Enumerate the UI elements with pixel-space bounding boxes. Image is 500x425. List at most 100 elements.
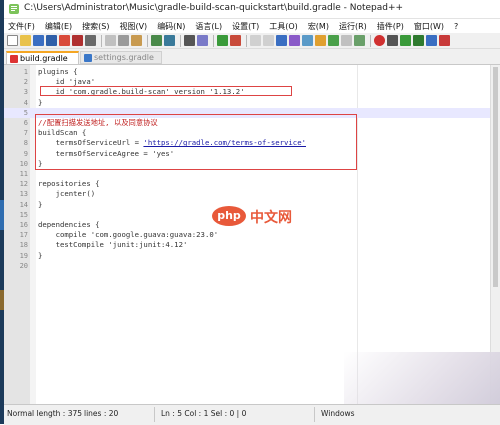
- highlight-box-buildscan: [35, 114, 357, 170]
- code-line[interactable]: 19}: [4, 251, 490, 261]
- toolbar-separator: [180, 34, 181, 47]
- line-text: compile 'com.google.guava:guava:23.0': [38, 230, 219, 240]
- tab-label: settings.gradle: [94, 53, 154, 62]
- php-logo: php: [212, 206, 246, 226]
- record-macro-icon[interactable]: [374, 35, 385, 46]
- menu-plugins[interactable]: 插件(P): [373, 21, 410, 32]
- menu-language[interactable]: 语言(L): [191, 21, 228, 32]
- line-number: 15: [19, 210, 28, 219]
- paste-icon[interactable]: [131, 35, 142, 46]
- line-number: 11: [19, 170, 28, 178]
- line-number: 12: [19, 180, 28, 189]
- redo-icon[interactable]: [164, 35, 175, 46]
- line-text: jcenter(): [38, 189, 96, 199]
- line-number: 3: [23, 88, 28, 97]
- save-macro-icon[interactable]: [426, 35, 437, 46]
- cut-icon[interactable]: [105, 35, 116, 46]
- abc-spellcheck-icon[interactable]: [439, 35, 450, 46]
- close-file-icon[interactable]: [59, 35, 70, 46]
- menu-edit[interactable]: 编辑(E): [41, 21, 78, 32]
- line-number: 7: [23, 129, 28, 138]
- find-icon[interactable]: [184, 35, 195, 46]
- sync-horizontal-icon[interactable]: [263, 35, 274, 46]
- menu-macro[interactable]: 宏(M): [304, 21, 335, 32]
- status-eol[interactable]: Windows: [321, 409, 354, 418]
- doc-map-icon[interactable]: [328, 35, 339, 46]
- code-line[interactable]: 13 jcenter(): [4, 189, 490, 199]
- code-line[interactable]: 12 repositories {: [4, 179, 490, 189]
- line-text: }: [38, 199, 43, 209]
- tab-settings-gradle[interactable]: settings.gradle: [80, 51, 162, 64]
- zoom-out-icon[interactable]: [230, 35, 241, 46]
- highlight-box-plugin: [40, 86, 292, 96]
- code-line[interactable]: 1 plugins {: [4, 67, 490, 77]
- toolbar: [4, 33, 500, 49]
- copy-icon[interactable]: [118, 35, 129, 46]
- status-bar: Normal length : 375 lines : 20 Ln : 5 Co…: [4, 404, 500, 425]
- folder-workspace-icon[interactable]: [354, 35, 365, 46]
- line-number: 17: [19, 231, 28, 240]
- scrollbar-thumb[interactable]: [493, 67, 498, 287]
- print-icon[interactable]: [85, 35, 96, 46]
- status-length: Normal length : 375: [7, 409, 83, 418]
- line-number: 1: [23, 68, 28, 76]
- code-line[interactable]: 20: [4, 261, 490, 271]
- run-macro-multiple-icon[interactable]: [413, 35, 424, 46]
- line-text: }: [38, 97, 43, 107]
- word-wrap-icon[interactable]: [276, 35, 287, 46]
- close-all-icon[interactable]: [72, 35, 83, 46]
- code-line[interactable]: 11: [4, 169, 490, 179]
- line-number: 9: [23, 149, 28, 158]
- status-lines: lines : 20: [84, 409, 119, 418]
- function-list-icon[interactable]: [341, 35, 352, 46]
- menu-tools[interactable]: 工具(O): [265, 21, 304, 32]
- toolbar-separator: [147, 34, 148, 47]
- line-text: dependencies {: [38, 220, 100, 229]
- title-bar[interactable]: C:\Users\Administrator\Music\gradle-buil…: [4, 0, 500, 19]
- line-number: 14: [19, 200, 28, 209]
- user-language-icon[interactable]: [315, 35, 326, 46]
- new-file-icon[interactable]: [7, 35, 18, 46]
- play-macro-icon[interactable]: [400, 35, 411, 46]
- tab-label: build.gradle: [20, 54, 68, 63]
- toolbar-separator: [213, 34, 214, 47]
- menu-file[interactable]: 文件(F): [4, 21, 41, 32]
- line-number: 13: [19, 190, 28, 199]
- menu-encoding[interactable]: 编码(N): [153, 21, 191, 32]
- watermark: php 中文网: [212, 205, 298, 227]
- status-separator: [314, 407, 315, 422]
- line-number: 8: [23, 139, 28, 148]
- line-number: 20: [19, 261, 28, 270]
- line-number: 19: [19, 251, 28, 260]
- code-line[interactable]: 4}: [4, 98, 490, 108]
- menu-help[interactable]: ?: [450, 22, 464, 31]
- stop-macro-icon[interactable]: [387, 35, 398, 46]
- line-number: 5: [23, 108, 28, 117]
- save-all-icon[interactable]: [46, 35, 57, 46]
- show-all-chars-icon[interactable]: [289, 35, 300, 46]
- zoom-in-icon[interactable]: [217, 35, 228, 46]
- replace-icon[interactable]: [197, 35, 208, 46]
- menu-search[interactable]: 搜索(S): [78, 21, 115, 32]
- line-number: 2: [23, 78, 28, 87]
- tab-build-gradle[interactable]: build.gradle: [6, 51, 79, 64]
- line-text: plugins {: [38, 67, 78, 76]
- tab-bar: build.gradle settings.gradle: [4, 50, 500, 65]
- menu-run[interactable]: 运行(R): [335, 21, 373, 32]
- notepadpp-icon: [9, 4, 19, 14]
- code-line[interactable]: 18 testCompile 'junit:junit:4.12': [4, 240, 490, 250]
- menu-view[interactable]: 视图(V): [115, 21, 153, 32]
- undo-icon[interactable]: [151, 35, 162, 46]
- line-text: repositories {: [38, 179, 100, 189]
- indent-guide-icon[interactable]: [302, 35, 313, 46]
- menu-settings[interactable]: 设置(T): [228, 21, 265, 32]
- line-number: 18: [19, 241, 28, 250]
- save-icon[interactable]: [33, 35, 44, 46]
- saved-file-icon: [84, 53, 92, 62]
- menu-window[interactable]: 窗口(W): [410, 21, 450, 32]
- open-folder-icon[interactable]: [20, 35, 31, 46]
- menu-bar: 文件(F) 编辑(E) 搜索(S) 视图(V) 编码(N) 语言(L) 设置(T…: [4, 19, 500, 33]
- code-line[interactable]: 17 compile 'com.google.guava:guava:23.0': [4, 230, 490, 240]
- line-number: 6: [23, 119, 28, 127]
- sync-vertical-icon[interactable]: [250, 35, 261, 46]
